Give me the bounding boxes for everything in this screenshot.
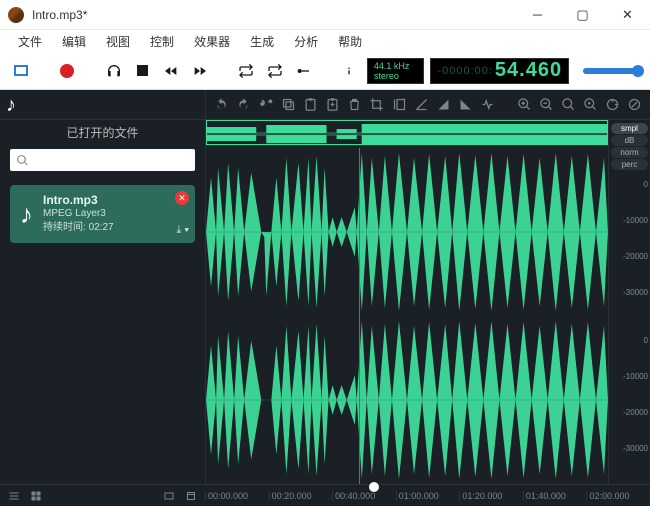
tool1-icon[interactable] bbox=[605, 97, 620, 112]
file-duration: 持续时间: 02:27 bbox=[20, 221, 185, 235]
search-icon bbox=[16, 154, 29, 167]
file-name: Intro.mp3 bbox=[20, 193, 185, 207]
file-download-button[interactable]: ⤓ ▾ bbox=[176, 224, 189, 237]
ruler-tick: 01:00.000 bbox=[396, 491, 460, 501]
view-list-icon[interactable] bbox=[8, 490, 20, 502]
sample-rate-label: 44.1 kHz bbox=[374, 61, 410, 71]
loop-button[interactable] bbox=[235, 59, 258, 83]
status-bar: 00:00.000 00:20.000 00:40.000 01:00.000 … bbox=[0, 484, 650, 506]
time-ruler[interactable]: 00:00.000 00:20.000 00:40.000 01:00.000 … bbox=[205, 485, 650, 506]
waveform-area[interactable] bbox=[206, 120, 608, 484]
menu-analyze[interactable]: 分析 bbox=[284, 31, 328, 52]
ruler-tick: 00:20.000 bbox=[269, 491, 333, 501]
delete-icon[interactable] bbox=[347, 97, 362, 112]
paste-special-icon[interactable] bbox=[325, 97, 340, 112]
meter-scale: 0 -10000 -20000 -30000 0 -10000 -20000 -… bbox=[611, 180, 648, 480]
copy-icon[interactable] bbox=[281, 97, 296, 112]
volume-slider[interactable] bbox=[583, 68, 640, 74]
search-field[interactable] bbox=[33, 154, 189, 166]
meter-mode-norm[interactable]: norm bbox=[611, 147, 648, 158]
waveform-canvas[interactable] bbox=[206, 148, 608, 484]
editor-toolbar bbox=[206, 90, 650, 120]
normalize-icon[interactable] bbox=[480, 97, 495, 112]
undo-icon[interactable] bbox=[214, 97, 229, 112]
menu-help[interactable]: 帮助 bbox=[328, 31, 372, 52]
rewind-button[interactable] bbox=[160, 59, 183, 83]
menu-file[interactable]: 文件 bbox=[8, 31, 52, 52]
time-prefix: -0000:00: bbox=[437, 65, 492, 77]
amplitude-meter: smpl dB norm perc 0 -10000 -20000 -30000… bbox=[608, 120, 650, 484]
waveform-overview[interactable] bbox=[206, 120, 608, 146]
file-card[interactable]: ♪ Intro.mp3 MPEG Layer3 持续时间: 02:27 ✕ ⤓ … bbox=[10, 185, 195, 243]
close-button[interactable]: ✕ bbox=[605, 0, 650, 29]
app-icon bbox=[8, 7, 24, 23]
file-codec: MPEG Layer3 bbox=[20, 207, 185, 221]
window-title: Intro.mp3* bbox=[32, 8, 515, 22]
menu-bar: 文件 编辑 视图 控制 效果器 生成 分析 帮助 bbox=[0, 30, 650, 52]
paste-icon[interactable] bbox=[303, 97, 318, 112]
meter-mode-smpl[interactable]: smpl bbox=[611, 123, 648, 134]
menu-edit[interactable]: 编辑 bbox=[52, 31, 96, 52]
meter-mode-db[interactable]: dB bbox=[611, 135, 648, 146]
loop-section-button[interactable] bbox=[263, 59, 286, 83]
marker-button[interactable] bbox=[292, 59, 315, 83]
maximize-button[interactable]: ▢ bbox=[560, 0, 605, 29]
redo-icon[interactable] bbox=[236, 97, 251, 112]
fade-in-icon[interactable] bbox=[436, 97, 451, 112]
music-note-icon: ♪ bbox=[6, 94, 16, 117]
file-close-button[interactable]: ✕ bbox=[175, 191, 189, 205]
crop-icon[interactable] bbox=[369, 97, 384, 112]
transport-toolbar: 44.1 kHz stereo -0000:00:54.460 bbox=[0, 52, 650, 90]
ruler-tick: 00:00.000 bbox=[205, 491, 269, 501]
window-titlebar: Intro.mp3* ─ ▢ ✕ bbox=[0, 0, 650, 30]
status-icon-1[interactable] bbox=[163, 490, 175, 502]
fade-out-icon[interactable] bbox=[458, 97, 473, 112]
trim-start-icon[interactable] bbox=[392, 97, 407, 112]
menu-generate[interactable]: 生成 bbox=[240, 31, 284, 52]
search-input[interactable] bbox=[10, 149, 195, 171]
cut-icon[interactable] bbox=[259, 97, 274, 112]
view-grid-icon[interactable] bbox=[30, 490, 42, 502]
channel-mode-label: stereo bbox=[374, 71, 399, 81]
playback-cursor[interactable] bbox=[359, 148, 360, 484]
minimize-button[interactable]: ─ bbox=[515, 0, 560, 29]
sidebar-header: ♪ bbox=[0, 90, 205, 120]
headphones-button[interactable] bbox=[102, 59, 125, 83]
info-button[interactable] bbox=[338, 59, 361, 83]
ruler-tick: 01:20.000 bbox=[459, 491, 523, 501]
meter-mode-perc[interactable]: perc bbox=[611, 159, 648, 170]
forward-button[interactable] bbox=[188, 59, 211, 83]
sidebar-title: 已打开的文件 bbox=[0, 120, 205, 147]
trim-end-icon[interactable] bbox=[414, 97, 429, 112]
stop-button[interactable] bbox=[131, 59, 154, 83]
zoom-sel-icon[interactable] bbox=[583, 97, 598, 112]
editor-pane: smpl dB norm perc 0 -10000 -20000 -30000… bbox=[205, 90, 650, 484]
time-display: -0000:00:54.460 bbox=[430, 58, 569, 84]
zoom-in-icon[interactable] bbox=[517, 97, 532, 112]
sidebar: ♪ 已打开的文件 ♪ Intro.mp3 MPEG Layer3 持续时间: 0… bbox=[0, 90, 205, 484]
format-display: 44.1 kHz stereo bbox=[367, 58, 425, 84]
time-main: 54.460 bbox=[495, 59, 562, 82]
menu-effects[interactable]: 效果器 bbox=[184, 31, 240, 52]
record-button[interactable] bbox=[56, 59, 79, 83]
ruler-tick: 01:40.000 bbox=[523, 491, 587, 501]
ruler-tick: 00:40.000 bbox=[332, 491, 396, 501]
selection-tool-button[interactable] bbox=[10, 59, 33, 83]
zoom-out-icon[interactable] bbox=[539, 97, 554, 112]
menu-view[interactable]: 视图 bbox=[96, 31, 140, 52]
ruler-tick: 02:00.000 bbox=[586, 491, 650, 501]
tool2-icon[interactable] bbox=[627, 97, 642, 112]
zoom-fit-icon[interactable] bbox=[561, 97, 576, 112]
menu-control[interactable]: 控制 bbox=[140, 31, 184, 52]
ruler-position-handle[interactable] bbox=[369, 482, 379, 492]
status-icon-2[interactable] bbox=[185, 490, 197, 502]
